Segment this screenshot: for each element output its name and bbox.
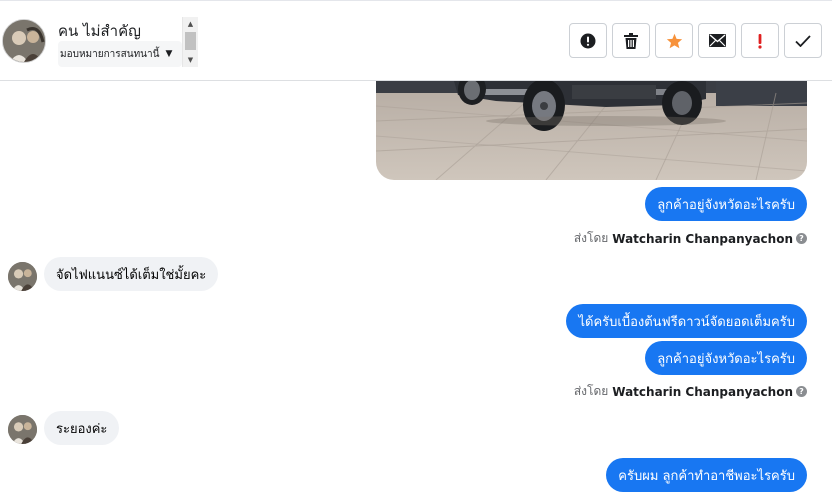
caret-down-icon: ▼ — [165, 49, 173, 59]
conversation-actions — [569, 23, 822, 58]
scroll-up-icon[interactable]: ▲ — [183, 19, 198, 29]
envelope-icon — [708, 34, 726, 47]
help-icon[interactable]: ? — [796, 233, 807, 244]
outgoing-message[interactable]: ครับผม ลูกค้าทำอาชีพอะไรครับ — [606, 458, 807, 492]
sender-name[interactable]: Watcharin Chanpanyachon — [612, 385, 793, 399]
sender-name[interactable]: Watcharin Chanpanyachon — [612, 232, 793, 246]
trash-icon — [624, 32, 638, 49]
incoming-message[interactable]: ระยองค่ะ — [44, 411, 120, 445]
done-button[interactable] — [784, 23, 822, 58]
sent-by-prefix: ส่งโดย — [573, 384, 609, 398]
conversation-header: คน ไม่สำคัญ มอบหมายการสนทนานี้ ▼ ▲ ▼ — [0, 0, 832, 81]
outgoing-message[interactable]: ลูกค้าอยู่จังหวัดอะไรครับ — [645, 341, 807, 375]
photo-attachment[interactable] — [376, 81, 807, 180]
exclamation-icon — [758, 33, 762, 49]
assign-label: มอบหมายการสนทนานี้ — [60, 48, 160, 60]
mark-unread-button[interactable] — [698, 23, 736, 58]
incoming-message[interactable]: จัดไฟแนนซ์ได้เต็มใช่มั้ยคะ — [44, 257, 219, 291]
delete-button[interactable] — [612, 23, 650, 58]
outgoing-message[interactable]: ได้ครับเบื้องต้นฟรีดาวน์จัดยอดเต็มครับ — [566, 304, 807, 338]
scroll-down-icon[interactable]: ▼ — [183, 55, 198, 65]
car-photo — [376, 81, 807, 180]
alert-circle-icon — [580, 33, 596, 48]
star-button[interactable] — [655, 23, 693, 58]
dropdown-scrollbar[interactable]: ▲ ▼ — [182, 17, 198, 67]
contact-name: คน ไม่สำคัญ — [58, 22, 141, 40]
star-icon — [666, 33, 682, 48]
help-icon[interactable]: ? — [796, 386, 807, 397]
sent-by-prefix: ส่งโดย — [573, 231, 609, 245]
sent-by-label: ส่งโดย Watcharin Chanpanyachon ? — [574, 229, 807, 248]
checkmark-icon — [795, 34, 811, 47]
sent-by-label: ส่งโดย Watcharin Chanpanyachon ? — [574, 382, 807, 401]
scroll-thumb[interactable] — [185, 32, 196, 50]
assign-conversation-dropdown[interactable]: มอบหมายการสนทนานี้ ▼ — [58, 41, 182, 67]
important-button[interactable] — [741, 23, 779, 58]
contact-avatar[interactable] — [2, 19, 46, 63]
contact-avatar-small[interactable] — [8, 262, 37, 291]
conversation-view: คน ไม่สำคัญ มอบหมายการสนทนานี้ ▼ ▲ ▼ ลูก… — [0, 0, 832, 496]
spam-button[interactable] — [569, 23, 607, 58]
contact-avatar-small[interactable] — [8, 415, 37, 444]
outgoing-message[interactable]: ลูกค้าอยู่จังหวัดอะไรครับ — [645, 187, 807, 221]
